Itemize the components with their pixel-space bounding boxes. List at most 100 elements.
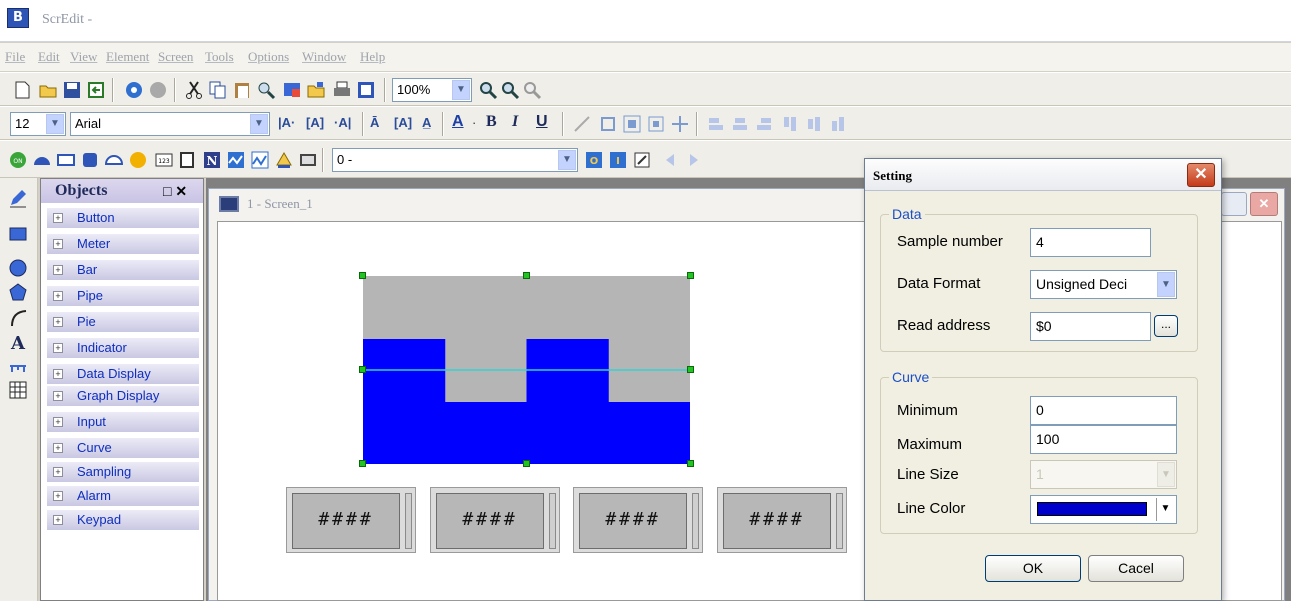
numeric-display[interactable]: ####	[573, 487, 703, 553]
curve-graph-element[interactable]	[363, 276, 690, 464]
download-icon[interactable]	[148, 80, 168, 100]
chevron-down-icon[interactable]: ▼	[558, 150, 576, 170]
expand-icon[interactable]: +	[53, 239, 63, 249]
maximum-input[interactable]: 100	[1030, 425, 1177, 454]
selection-handle[interactable]	[687, 272, 694, 279]
align-top-icon[interactable]: Ā	[370, 115, 379, 130]
expand-icon[interactable]: +	[53, 467, 63, 477]
pencil-icon[interactable]	[8, 188, 28, 208]
numeric-display[interactable]: ####	[430, 487, 560, 553]
menu-screen[interactable]: Screen	[158, 49, 193, 65]
menu-tools[interactable]: Tools	[205, 49, 234, 65]
print-icon[interactable]	[332, 80, 352, 100]
object-item-alarm[interactable]: + Alarm	[47, 486, 199, 506]
ungroup-icon[interactable]	[622, 114, 642, 134]
arc-tool-icon[interactable]	[8, 308, 28, 328]
input-icon[interactable]: I	[608, 150, 628, 170]
align-center-icon[interactable]: [A]	[306, 115, 324, 130]
align-objects-left-icon[interactable]	[706, 114, 726, 134]
menu-file[interactable]: File	[5, 49, 25, 65]
read-address-input[interactable]: $0	[1030, 312, 1151, 341]
expand-icon[interactable]: +	[53, 443, 63, 453]
align-objects-top-icon[interactable]	[780, 114, 800, 134]
trend-graph-icon[interactable]	[226, 150, 246, 170]
selection-handle[interactable]	[687, 366, 694, 373]
selection-handle[interactable]	[523, 460, 530, 467]
text-tool-icon[interactable]: A	[8, 332, 28, 352]
line-color-picker[interactable]: ▼	[1030, 495, 1177, 524]
bold-button[interactable]: B	[486, 113, 497, 131]
table-tool-icon[interactable]	[8, 380, 28, 400]
maximize-button[interactable]	[1221, 192, 1247, 216]
menu-view[interactable]: View	[70, 49, 97, 65]
data-display-icon[interactable]: 123	[154, 150, 174, 170]
next-icon[interactable]	[684, 150, 704, 170]
expand-icon[interactable]: +	[53, 515, 63, 525]
expand-icon[interactable]: +	[53, 391, 63, 401]
minimum-input[interactable]: 0	[1030, 396, 1177, 425]
zoom-fit-icon[interactable]	[522, 80, 542, 100]
numeric-display[interactable]: ####	[717, 487, 847, 553]
chevron-down-icon[interactable]: ▼	[1156, 498, 1174, 521]
object-item-pipe[interactable]: + Pipe	[47, 286, 199, 306]
browse-address-button[interactable]: ...	[1154, 315, 1178, 337]
scale-tool-icon[interactable]	[8, 358, 28, 378]
chevron-down-icon[interactable]: ·	[472, 115, 476, 130]
object-item-sampling[interactable]: + Sampling	[47, 462, 199, 482]
bitmap-icon[interactable]	[356, 80, 376, 100]
expand-icon[interactable]: +	[53, 343, 63, 353]
italic-button[interactable]: I	[512, 113, 518, 131]
expand-icon[interactable]: +	[53, 291, 63, 301]
selection-handle[interactable]	[523, 272, 530, 279]
align-objects-right-icon[interactable]	[754, 114, 774, 134]
ok-button[interactable]: OK	[985, 555, 1081, 582]
open-folder-icon[interactable]	[38, 80, 58, 100]
chevron-down-icon[interactable]: ▼	[452, 80, 470, 100]
underline-button[interactable]: U	[536, 113, 548, 131]
align-middle-icon[interactable]: [A]	[394, 115, 412, 130]
object-item-indicator[interactable]: + Indicator	[47, 338, 199, 358]
group-icon[interactable]	[598, 114, 618, 134]
font-size-select[interactable]: 12 ▼	[10, 112, 66, 136]
align-objects-bottom-icon[interactable]	[828, 114, 848, 134]
send-back-icon[interactable]	[670, 114, 690, 134]
menu-options[interactable]: Options	[248, 49, 289, 65]
find-icon[interactable]	[256, 80, 276, 100]
font-name-select[interactable]: Arial ▼	[70, 112, 270, 136]
close-icon[interactable]: □ ✕	[163, 183, 187, 200]
menu-help[interactable]: Help	[360, 49, 385, 65]
import-icon[interactable]	[86, 80, 106, 100]
previous-icon[interactable]	[660, 150, 680, 170]
properties-icon[interactable]	[632, 150, 652, 170]
copy-icon[interactable]	[208, 80, 228, 100]
object-item-keypad[interactable]: + Keypad	[47, 510, 199, 530]
paste-icon[interactable]	[232, 80, 252, 100]
output-icon[interactable]: O	[584, 150, 604, 170]
bar-icon[interactable]	[56, 150, 76, 170]
align-bottom-icon[interactable]: A̲	[422, 115, 431, 130]
window-close-button[interactable]: ✕	[1250, 192, 1278, 216]
new-screen-icon[interactable]	[282, 80, 302, 100]
numeric-display[interactable]: ####	[286, 487, 416, 553]
object-item-data-display[interactable]: + Data Display	[47, 364, 199, 384]
expand-icon[interactable]: +	[53, 265, 63, 275]
chevron-down-icon[interactable]: ▼	[1157, 272, 1175, 297]
expand-icon[interactable]: +	[53, 369, 63, 379]
align-objects-center-icon[interactable]	[730, 114, 750, 134]
chevron-down-icon[interactable]: ▼	[250, 114, 268, 134]
xy-chart-icon[interactable]	[250, 150, 270, 170]
expand-icon[interactable]: +	[53, 213, 63, 223]
pipe-icon[interactable]	[80, 150, 100, 170]
message-display-icon[interactable]	[178, 150, 198, 170]
line-tool-icon[interactable]	[572, 114, 592, 134]
menu-edit[interactable]: Edit	[38, 49, 60, 65]
zoom-in-icon[interactable]	[478, 80, 498, 100]
expand-icon[interactable]: +	[53, 491, 63, 501]
save-icon[interactable]	[62, 80, 82, 100]
pie-icon[interactable]	[104, 150, 124, 170]
font-color-icon[interactable]: A	[452, 113, 464, 131]
numeric-input-icon[interactable]: N	[202, 150, 222, 170]
menu-window[interactable]: Window	[302, 49, 346, 65]
object-item-input[interactable]: + Input	[47, 412, 199, 432]
align-left-icon[interactable]: |A·	[278, 115, 295, 130]
